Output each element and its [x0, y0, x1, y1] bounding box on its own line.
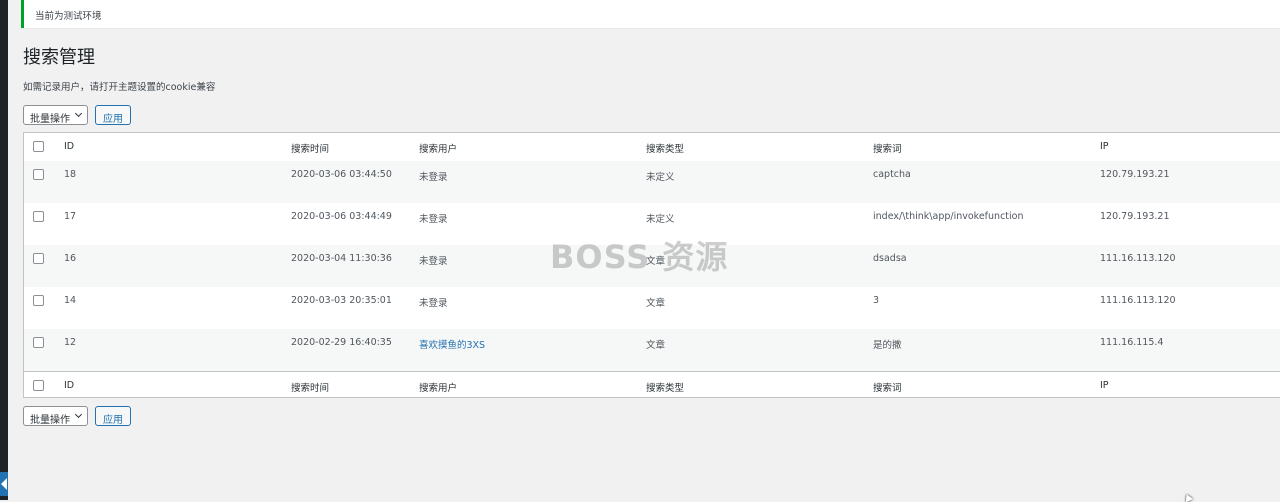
- column-header-id[interactable]: ID: [64, 141, 74, 152]
- apply-button[interactable]: 应用: [95, 105, 131, 125]
- column-header-ip: IP: [1100, 141, 1109, 152]
- column-header-term: 搜索词: [873, 144, 902, 155]
- cell-time: 2020-03-04 11:30:36: [291, 253, 392, 264]
- cell-ip: 120.79.193.21: [1100, 211, 1170, 222]
- cell-term: index/\think\app/invokefunction: [873, 211, 1024, 222]
- column-footer-type: 搜索类型: [646, 383, 685, 394]
- table-row: 14 2020-03-03 20:35:01 未登录 文章 3 111.16.1…: [24, 287, 1280, 329]
- cell-type: 未定义: [646, 214, 675, 225]
- collapse-menu-button[interactable]: [0, 472, 8, 496]
- cell-time: 2020-02-29 16:40:35: [291, 337, 392, 348]
- table-row: 12 2020-02-29 16:40:35 喜欢摸鱼的3XS 文章 是的撒 1…: [24, 329, 1280, 371]
- select-all-checkbox[interactable]: [33, 141, 44, 152]
- table-row: 16 2020-03-04 11:30:36 未登录 文章 dsadsa 111…: [24, 245, 1280, 287]
- cell-id: 12: [64, 337, 77, 348]
- chevron-left-icon: [1, 478, 7, 490]
- cell-type: 文章: [646, 298, 666, 309]
- column-footer-ip: IP: [1100, 380, 1109, 391]
- cell-ip: 111.16.115.4: [1100, 337, 1164, 348]
- page-description: 如需记录用户，请打开主题设置的cookie兼容: [23, 82, 216, 93]
- cell-id: 16: [64, 253, 77, 264]
- row-checkbox[interactable]: [33, 337, 44, 348]
- column-header-type: 搜索类型: [646, 144, 685, 155]
- row-checkbox[interactable]: [33, 169, 44, 180]
- main-content: 当前为测试环境 搜索管理 如需记录用户，请打开主题设置的cookie兼容 批量操…: [8, 0, 1280, 500]
- cell-id: 17: [64, 211, 77, 222]
- cell-ip: 120.79.193.21: [1100, 169, 1170, 180]
- cell-user: 未登录: [419, 256, 448, 267]
- row-checkbox[interactable]: [33, 211, 44, 222]
- cell-id: 14: [64, 295, 77, 306]
- table-row: 17 2020-03-06 03:44:49 未登录 未定义 index/\th…: [24, 203, 1280, 245]
- cell-user-link[interactable]: 喜欢摸鱼的3XS: [419, 337, 485, 351]
- cell-term: dsadsa: [873, 253, 907, 264]
- bulk-actions-label: 批量操作: [30, 415, 70, 426]
- apply-button-bottom[interactable]: 应用: [95, 406, 131, 426]
- notice-text: 当前为测试环境: [35, 11, 102, 22]
- bulk-actions-select-bottom[interactable]: 批量操作: [23, 406, 88, 426]
- column-footer-user: 搜索用户: [419, 383, 458, 394]
- cell-term: 3: [873, 295, 880, 306]
- chevron-down-icon: [74, 410, 83, 419]
- table-header-row: ID 搜索时间 搜索用户 搜索类型 搜索词 IP: [24, 133, 1280, 162]
- admin-sidebar: [0, 0, 8, 500]
- cell-user: 未登录: [419, 172, 448, 183]
- cell-user: 未登录: [419, 298, 448, 309]
- cell-ip: 111.16.113.120: [1100, 295, 1176, 306]
- tablenav-top: 批量操作 应用 5: [23, 105, 1280, 127]
- cell-time: 2020-03-03 20:35:01: [291, 295, 392, 306]
- bulk-actions-select[interactable]: 批量操作: [23, 105, 88, 125]
- row-checkbox[interactable]: [33, 253, 44, 264]
- column-header-time: 搜索时间: [291, 144, 330, 155]
- cell-term: captcha: [873, 169, 911, 180]
- table-footer-row: ID 搜索时间 搜索用户 搜索类型 搜索词 IP: [24, 371, 1280, 399]
- tablenav-bottom: 批量操作 应用 5: [23, 406, 1280, 428]
- cell-type: 未定义: [646, 172, 675, 183]
- column-footer-time: 搜索时间: [291, 383, 330, 394]
- column-footer-id[interactable]: ID: [64, 380, 74, 391]
- page-title: 搜索管理: [23, 47, 95, 68]
- chevron-down-icon: [74, 109, 83, 118]
- select-all-checkbox-footer[interactable]: [33, 380, 44, 391]
- cell-time: 2020-03-06 03:44:50: [291, 169, 392, 180]
- column-footer-term: 搜索词: [873, 383, 902, 394]
- table-row: 18 2020-03-06 03:44:50 未登录 未定义 captcha 1…: [24, 161, 1280, 203]
- cell-id: 18: [64, 169, 77, 180]
- cell-type: 文章: [646, 256, 666, 267]
- search-log-table: ID 搜索时间 搜索用户 搜索类型 搜索词 IP 18 2020-03-06 0…: [23, 132, 1280, 398]
- cell-user: 未登录: [419, 214, 448, 225]
- cell-type: 文章: [646, 340, 666, 351]
- environment-notice: 当前为测试环境: [21, 0, 1280, 28]
- column-header-user: 搜索用户: [419, 144, 458, 155]
- cell-term: 是的撒: [873, 340, 902, 351]
- row-checkbox[interactable]: [33, 295, 44, 306]
- cell-ip: 111.16.113.120: [1100, 253, 1176, 264]
- bulk-actions-label: 批量操作: [30, 114, 70, 125]
- cell-time: 2020-03-06 03:44:49: [291, 211, 392, 222]
